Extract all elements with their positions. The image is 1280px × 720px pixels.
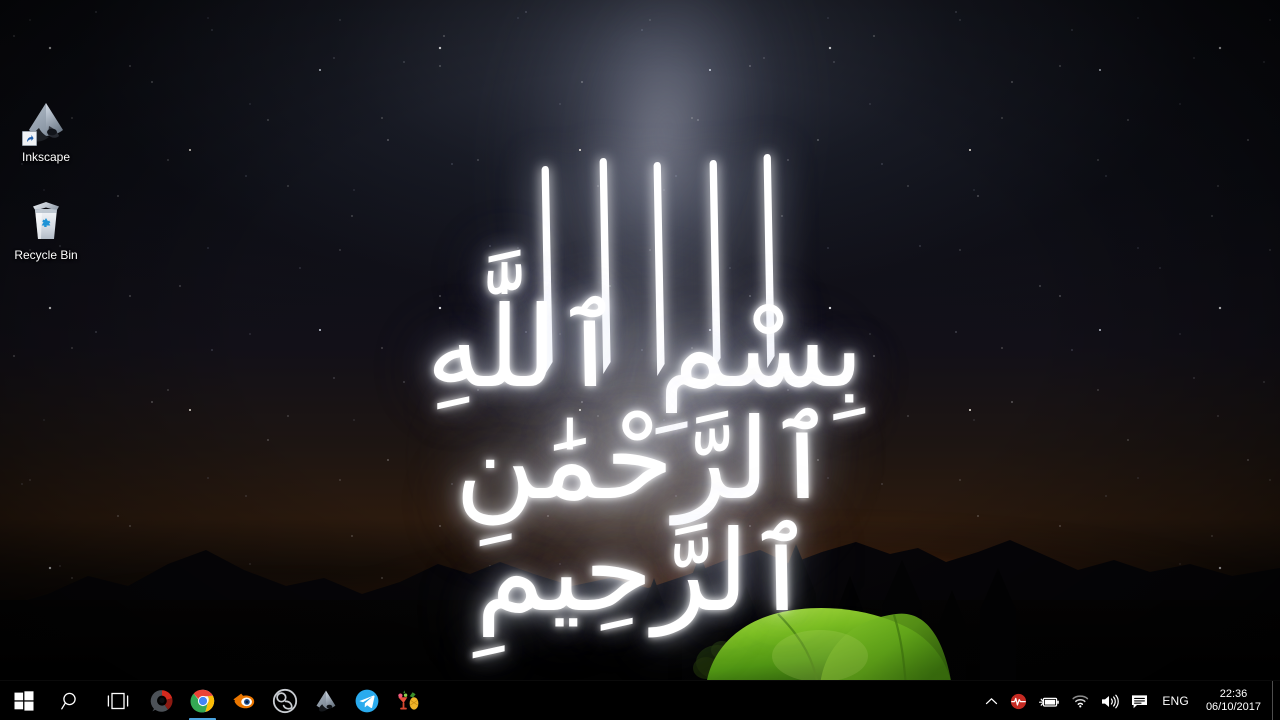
inkscape-icon [316, 690, 335, 712]
security-health-tray-icon[interactable] [1004, 681, 1033, 720]
desktop-icon-label: Inkscape [21, 150, 71, 164]
krita-icon [150, 690, 173, 712]
action-center-icon [1132, 694, 1148, 708]
speaker-icon [1102, 694, 1120, 708]
taskbar: ENG 22:36 06/10/2017 [0, 680, 1280, 720]
taskbar-empty-area[interactable] [428, 681, 979, 720]
system-tray: ENG 22:36 06/10/2017 [979, 681, 1280, 720]
volume-tray-icon[interactable] [1095, 681, 1125, 720]
show-hidden-icons-button[interactable] [979, 681, 1004, 720]
taskbar-app-google-chrome[interactable] [182, 681, 223, 720]
desktop-wallpaper[interactable] [0, 0, 1280, 720]
blender-icon [232, 693, 254, 709]
show-desktop-button[interactable] [1272, 681, 1280, 720]
inkscape-icon [22, 98, 70, 146]
battery-charging-icon [1039, 697, 1060, 707]
taskbar-app-blender[interactable] [223, 681, 264, 720]
taskbar-app-inkscape[interactable] [305, 681, 346, 720]
desktop-icon-inkscape[interactable]: Inkscape [8, 98, 84, 164]
obs-icon [272, 688, 297, 714]
windows-logo-icon [14, 691, 33, 711]
desktop-icon-recycle-bin[interactable]: Recycle Bin [8, 196, 84, 262]
action-center-button[interactable] [1125, 681, 1154, 720]
taskbar-clock[interactable]: 22:36 06/10/2017 [1197, 681, 1272, 720]
search-icon [60, 692, 76, 710]
task-view-button[interactable] [94, 681, 141, 720]
taskbar-app-krita[interactable] [141, 681, 182, 720]
wifi-icon [1072, 695, 1089, 708]
search-button[interactable] [47, 681, 94, 720]
task-view-icon [107, 692, 128, 710]
clock-time: 22:36 [1219, 688, 1248, 700]
desktop-icon-label: Recycle Bin [14, 248, 78, 262]
telegram-icon [355, 689, 378, 713]
recycle-bin-icon [22, 196, 70, 244]
start-button[interactable] [0, 681, 47, 720]
taskbar-app-obs-studio[interactable] [264, 681, 305, 720]
clock-date: 06/10/2017 [1205, 701, 1261, 713]
battery-tray-icon[interactable] [1033, 681, 1066, 720]
taskbar-app-telegram[interactable] [346, 681, 387, 720]
network-tray-icon[interactable] [1066, 681, 1095, 720]
red-alert-icon [1011, 693, 1027, 709]
language-indicator[interactable]: ENG [1154, 694, 1197, 708]
chevron-up-icon [986, 697, 998, 704]
chrome-icon [190, 689, 214, 713]
desktop-screen: بِسْمِ ٱللَّٰهِ ٱلرَّحْمَٰنِ ٱلرَّحِيمِ [0, 0, 1280, 720]
taskbar-left-group [0, 681, 428, 720]
shortcut-arrow-icon [22, 131, 37, 146]
taskbar-app-fruit[interactable] [387, 681, 428, 720]
fruit-icon [397, 690, 418, 710]
camping-tent [700, 596, 960, 687]
